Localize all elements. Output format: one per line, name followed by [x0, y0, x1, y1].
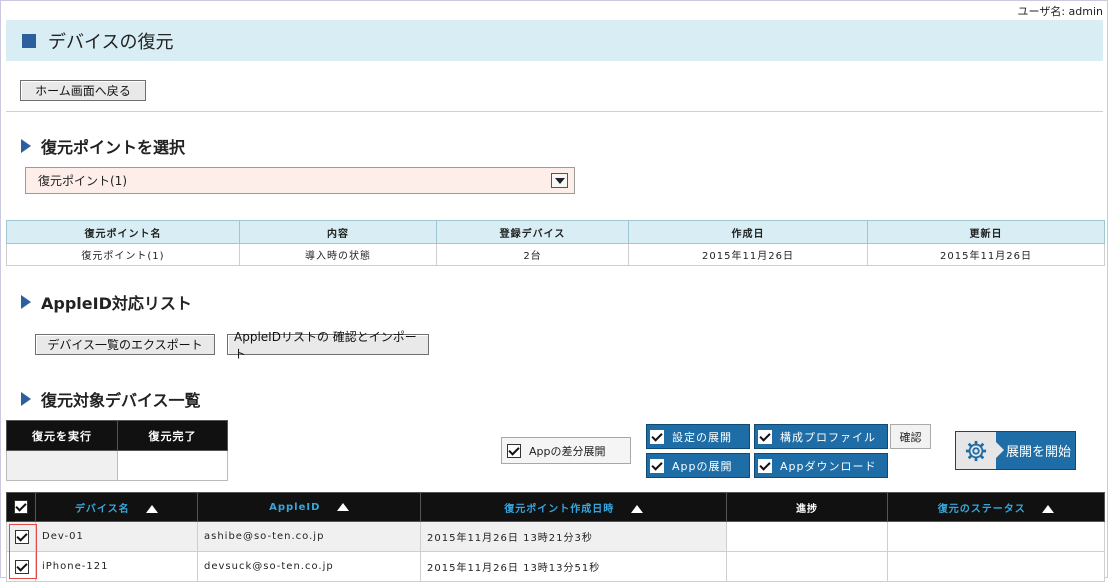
column-header-label: 復元ポイント作成日時: [504, 503, 615, 515]
table-header-row: 復元ポイント名 内容 登録デバイス 作成日 更新日: [6, 220, 1105, 244]
section-devices: 復元対象デバイス一覧: [21, 387, 201, 411]
column-header: 作成日: [628, 220, 868, 244]
option-label: Appダウンロード: [780, 459, 877, 473]
column-header-label: 復元のステータス: [937, 503, 1026, 515]
progress-cell: [726, 521, 888, 552]
triangle-icon: [21, 392, 31, 406]
app-frame: ユーザ名: admin デバイスの復元 ホーム画面へ戻る 復元ポイントを選択 復…: [0, 0, 1108, 582]
device-name-cell: Dev-01: [35, 521, 198, 552]
option-label: Appの展開: [672, 459, 733, 473]
table-row: 復元ポイント(1) 導入時の状態 2台 2015年11月26日 2015年11月…: [6, 243, 1105, 266]
row-checkbox-icon[interactable]: [15, 559, 29, 574]
start-button-label: 展開を開始: [1006, 445, 1072, 460]
restore-point-selected-value: 復元ポイント(1): [38, 174, 127, 188]
triangle-icon: [21, 295, 31, 309]
confirm-button[interactable]: 確認: [890, 424, 931, 449]
checkbox-checked-icon[interactable]: [758, 429, 772, 444]
column-header: 復元完了: [117, 420, 228, 451]
column-header: 内容: [239, 220, 437, 244]
row-checkbox-cell: [6, 551, 36, 582]
gear-icon: [956, 432, 1004, 469]
sort-icon[interactable]: [1042, 504, 1055, 513]
column-header-created[interactable]: 復元ポイント作成日時: [420, 492, 727, 522]
appleid-cell: devsuck@so-ten.co.jp: [197, 551, 421, 582]
app-deploy-option[interactable]: Appの展開: [646, 453, 750, 478]
column-header: 更新日: [867, 220, 1105, 244]
section-appleid: AppleID対応リスト: [21, 290, 192, 314]
progress-cell: [726, 551, 888, 582]
title-square-icon: [22, 33, 36, 48]
created-cell: 2015年11月26日 13時13分51秒: [420, 551, 727, 582]
page-title: デバイスの復元: [48, 31, 174, 53]
import-appleid-list-button[interactable]: AppleIDリストの 確認とインポート: [227, 330, 429, 361]
restore-status-table: 復元を実行 復元完了: [6, 420, 228, 481]
sort-icon[interactable]: [630, 504, 643, 513]
column-header-label: デバイス名: [74, 503, 130, 515]
divider: [6, 111, 1103, 112]
option-label: 構成プロファイル: [780, 430, 876, 444]
column-header: 復元を実行: [6, 420, 118, 451]
table-cell: 2015年11月26日: [628, 243, 868, 266]
checkbox-checked-icon[interactable]: [507, 443, 521, 458]
section-title: 復元対象デバイス一覧: [41, 391, 201, 410]
title-bar: デバイスの復元: [6, 20, 1103, 61]
table-row: [6, 450, 228, 481]
restore-point-table: 復元ポイント名 内容 登録デバイス 作成日 更新日 復元ポイント(1) 導入時の…: [6, 220, 1105, 266]
column-header: 登録デバイス: [436, 220, 629, 244]
option-label: 設定の展開: [672, 430, 732, 444]
checkbox-checked-icon[interactable]: [650, 458, 664, 473]
restore-point-select[interactable]: 復元ポイント(1): [25, 167, 575, 194]
device-table: デバイス名 AppleID 復元ポイント作成日時 進捗 復元のステータス Dev…: [6, 492, 1105, 582]
table-cell: [117, 450, 228, 481]
checkbox-checked-icon[interactable]: [758, 458, 772, 473]
chevron-down-icon[interactable]: [551, 173, 568, 188]
table-row[interactable]: Dev-01 ashibe@so-ten.co.jp 2015年11月26日 1…: [6, 521, 1105, 552]
select-all-cell: [6, 492, 36, 522]
created-cell: 2015年11月26日 13時21分3秒: [420, 521, 727, 552]
section-title: 復元ポイントを選択: [41, 138, 186, 157]
table-header-row: デバイス名 AppleID 復元ポイント作成日時 進捗 復元のステータス: [6, 492, 1105, 522]
checkbox-checked-icon[interactable]: [650, 429, 664, 444]
column-header-progress: 進捗: [726, 492, 888, 522]
table-cell: 2台: [436, 243, 629, 266]
table-cell: 導入時の状態: [239, 243, 437, 266]
table-cell: 復元ポイント(1): [6, 243, 240, 266]
section-restore-point: 復元ポイントを選択: [21, 134, 185, 158]
device-name-cell: iPhone-121: [35, 551, 198, 582]
column-header-label: AppleID: [269, 501, 321, 513]
gear-icon-svg: [965, 440, 987, 461]
username-label: ユーザ名: admin: [1017, 5, 1103, 18]
start-deploy-button[interactable]: 展開を開始: [955, 431, 1076, 470]
column-header-device-name[interactable]: デバイス名: [35, 492, 198, 522]
select-all-checkbox-icon[interactable]: [14, 500, 28, 514]
row-checkbox-icon[interactable]: [15, 529, 29, 544]
table-row[interactable]: iPhone-121 devsuck@so-ten.co.jp 2015年11月…: [6, 551, 1105, 582]
sort-icon[interactable]: [336, 502, 349, 511]
option-label: Appの差分展開: [529, 444, 606, 458]
app-download-option[interactable]: Appダウンロード: [754, 453, 888, 478]
table-cell: [6, 450, 118, 481]
table-header-row: 復元を実行 復元完了: [6, 420, 228, 451]
table-cell: 2015年11月26日: [867, 243, 1105, 266]
column-header-appleid[interactable]: AppleID: [197, 492, 421, 522]
settings-deploy-option[interactable]: 設定の展開: [646, 424, 750, 449]
status-cell: [887, 521, 1105, 552]
profile-option[interactable]: 構成プロファイル: [754, 424, 888, 449]
appleid-cell: ashibe@so-ten.co.jp: [197, 521, 421, 552]
app-diff-option[interactable]: Appの差分展開: [501, 437, 631, 464]
triangle-icon: [21, 139, 31, 153]
home-button[interactable]: ホーム画面へ戻る: [20, 80, 146, 101]
column-header-status[interactable]: 復元のステータス: [887, 492, 1105, 522]
section-title: AppleID対応リスト: [41, 294, 192, 313]
row-checkbox-cell: [6, 521, 36, 552]
column-header: 復元ポイント名: [6, 220, 240, 244]
status-cell: [887, 551, 1105, 582]
export-device-list-button[interactable]: デバイス一覧のエクスポート: [35, 334, 215, 355]
sort-icon[interactable]: [146, 504, 159, 513]
